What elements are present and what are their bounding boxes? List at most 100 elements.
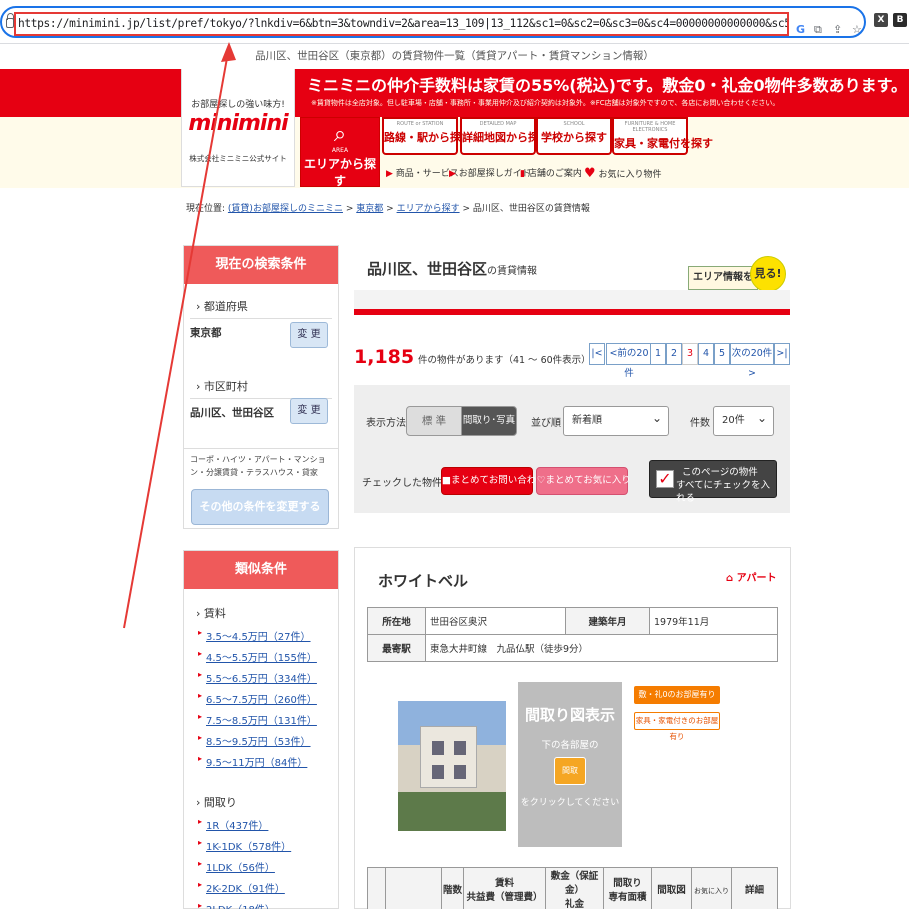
subnav-favorites[interactable]: ♥ お気に入り物件 (584, 166, 662, 181)
per-page-select[interactable]: 20件 (713, 404, 774, 436)
lock-icon[interactable] (6, 13, 14, 28)
breadcrumb-tokyo[interactable]: 東京都 (356, 204, 383, 214)
pager-page[interactable]: 1 (650, 343, 666, 365)
star-icon[interactable]: ☆ (852, 23, 862, 36)
title-main: 品川区、世田谷区 (367, 260, 488, 278)
pref-label: › 都道府県 (190, 292, 332, 319)
pager-last[interactable]: >| (774, 343, 790, 365)
nav-school[interactable]: SCHOOL 学校から探す (536, 117, 612, 155)
subnav-stores[interactable]: ▮ 店舗のご案内 (520, 166, 582, 179)
area-button-label: エリアから探す (303, 157, 376, 188)
address-value: 世田谷区奥沢 (425, 607, 566, 635)
station-label: 最寄駅 (367, 634, 426, 662)
floorplan-instruction: をクリックしてください (520, 798, 620, 808)
furnished-badge: 家具・家電付きのお部屋有り (634, 712, 720, 741)
breadcrumb-home[interactable]: (賃貸)お部屋探しのミニミニ (228, 204, 343, 214)
rent-link[interactable]: 4.5～5.5万円（155件） (184, 646, 338, 667)
room-list-table: 階数 賃料 共益費（管理費） 敷金（保証金） 礼金 間取り 専有面積 間取図 お… (367, 867, 778, 909)
layout-link[interactable]: 1K-1DK（578件） (184, 835, 338, 856)
rent-link[interactable]: 6.5～7.5万円（260件） (184, 688, 338, 709)
translate-icon[interactable]: ⧉ (814, 23, 822, 37)
fee-banner[interactable]: ミニミニの仲介手数料は家賃の55%(税込)です。敷金0・礼金0物件多数あります。 (307, 72, 907, 96)
pref-label-text: 都道府県 (203, 300, 248, 313)
page-title: 品川区、世田谷区の賃貸情報 (367, 258, 537, 279)
rent-link[interactable]: 7.5～8.5万円（131件） (184, 709, 338, 730)
nav-en: DETAILED MAP (479, 121, 517, 127)
play-icon: ▶ (449, 169, 456, 179)
subnav-services[interactable]: ▶ 商品・サービス (386, 166, 459, 179)
property-photo[interactable] (398, 701, 506, 831)
col-image (385, 867, 442, 909)
browser-toolbar: https://minimini.jp/list/pref/tokyo/?lnk… (0, 0, 909, 44)
display-photo-toggle[interactable]: 間取り･写真 (461, 406, 517, 436)
layout-link[interactable]: 1LDK（56件） (184, 856, 338, 877)
bulk-favorite-label: まとめてお気に入り (545, 475, 631, 486)
pager-prev[interactable]: <前の20件 (606, 343, 652, 379)
change-city-button[interactable]: 変 更 (290, 398, 328, 424)
no-deposit-badge: 敷・礼0のお部屋有り (634, 686, 720, 704)
extension-b-icon[interactable]: B (893, 13, 907, 27)
area-button-en: AREA (331, 147, 349, 154)
share-icon[interactable]: ⇪ (833, 23, 842, 36)
similar-conditions-panel: 類似条件 › 賃料 3.5～4.5万円（27件） 4.5～5.5万円（155件）… (183, 550, 339, 909)
nav-detailed-map[interactable]: DETAILED MAP 詳細地図から探す (460, 117, 550, 155)
area-search-button[interactable]: ⌕ AREA エリアから探す (300, 117, 380, 188)
nav-label: 詳細地図から探す (462, 131, 550, 144)
address-bar[interactable]: https://minimini.jp/list/pref/tokyo/?lnk… (0, 6, 866, 38)
bulk-favorite-button[interactable]: ♡まとめてお気に入り (536, 467, 631, 495)
display-standard-toggle[interactable]: 標 準 (406, 406, 462, 436)
subnav-label: 店舗のご案内 (527, 169, 582, 179)
title-underline (354, 290, 790, 309)
col-layout: 間取り 専有面積 (603, 867, 652, 909)
col-detail: 詳細 (731, 867, 778, 909)
change-pref-button[interactable]: 変 更 (290, 322, 328, 348)
property-types: コーポ・ハイツ・アパート・マンション・分譲賃貸・テラスハウス・貸家 (184, 448, 338, 483)
square-icon: ■ (442, 475, 451, 486)
layout-link[interactable]: 2K-2DK（91件） (184, 877, 338, 898)
bulk-inquiry-label: まとめてお問い合わせ (450, 475, 546, 486)
pager-next[interactable]: 次の20件> (730, 343, 774, 379)
floorplan-title: 間取り図表示 (524, 706, 615, 724)
rent-link[interactable]: 5.5～6.5万円（334件） (184, 667, 338, 688)
breadcrumb-sep: > (345, 204, 354, 214)
pager-first[interactable]: |< (589, 343, 605, 365)
city-label-text: 市区町村 (203, 380, 248, 393)
pager-page[interactable]: 5 (714, 343, 730, 365)
layout-link[interactable]: 2LDK（18件） (184, 898, 338, 909)
nav-label: 路線・駅から探す (384, 131, 472, 144)
logo-text: minimini (188, 111, 288, 136)
rent-link[interactable]: 3.5～4.5万円（27件） (184, 625, 338, 646)
check-all-button[interactable]: ✓ このページの物件 すべてにチェックを入れる (649, 460, 777, 504)
bulk-inquiry-button[interactable]: ■まとめてお問い合わせ (441, 467, 546, 495)
nav-label: 学校から探す (541, 131, 607, 144)
pager-current: 3 (682, 343, 698, 365)
pager-page[interactable]: 4 (698, 343, 714, 365)
other-conditions-button[interactable]: その他の条件を変更する (191, 489, 329, 525)
current-conditions-panel: 現在の検索条件 › 都道府県 東京都 変 更 › 市区町村 品川区、世田谷区 変… (183, 245, 339, 529)
google-icon[interactable]: G (796, 23, 805, 36)
layout-label: › 間取り (196, 796, 237, 809)
station-value: 東急大井町線 九品仏駅（徒歩9分） (425, 634, 778, 662)
heart-icon: ♥ (584, 166, 596, 181)
layout-link[interactable]: 1R（437件） (184, 814, 338, 835)
nav-furniture[interactable]: FURNITURE & HOME ELECTRONICS 家具・家電付を探す (612, 117, 713, 155)
store-icon: ▮ (520, 169, 525, 179)
check-all-line2: すべてにチェックを入れる (676, 480, 770, 504)
count-suffix: 件の物件があります（41 ～ 60件表示） (417, 355, 591, 366)
subnav-guide[interactable]: ▶ お部屋探しガイド (449, 166, 531, 179)
rent-label-text: 賃料 (203, 607, 226, 620)
rent-link[interactable]: 8.5～9.5万円（53件） (184, 730, 338, 751)
check-all-line1: このページの物件 (682, 467, 758, 478)
extension-x-icon[interactable]: X (874, 13, 888, 27)
nav-en: FURNITURE & HOME ELECTRONICS (624, 121, 676, 133)
breadcrumb-area[interactable]: エリアから探す (397, 204, 460, 214)
rent-link[interactable]: 9.5～11万円（84件） (184, 751, 338, 772)
pager-page[interactable]: 2 (666, 343, 682, 365)
url-text[interactable]: https://minimini.jp/list/pref/tokyo/?lnk… (14, 12, 789, 36)
title-redbar (354, 309, 790, 315)
property-name[interactable]: ホワイトベル (378, 570, 468, 591)
nav-route-station[interactable]: ROUTE or STATION 路線・駅から探す (382, 117, 472, 155)
logo-company: 株式会社ミニミニ公式サイト (189, 154, 287, 163)
site-logo[interactable]: お部屋探しの強い味方! minimini 株式会社ミニミニ公式サイト (181, 69, 295, 187)
sort-select[interactable]: 新着順 (563, 404, 669, 436)
